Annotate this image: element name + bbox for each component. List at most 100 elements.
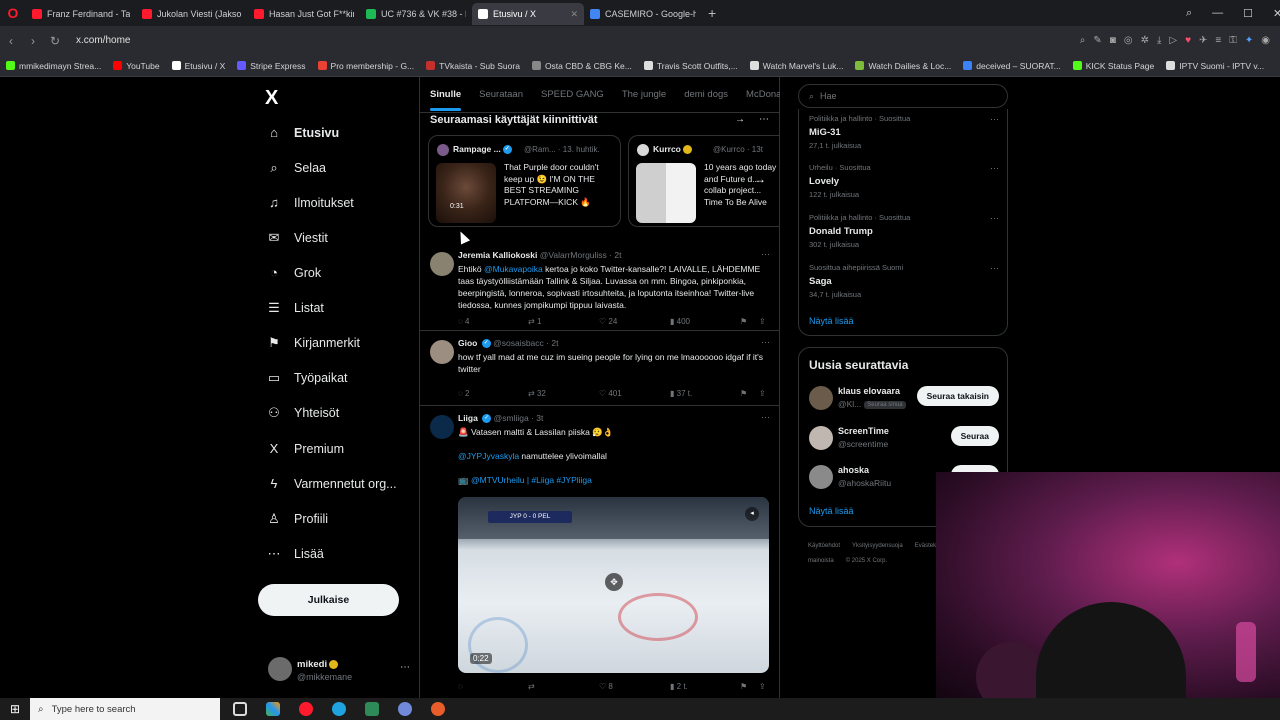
browser-tab[interactable]: Etusivu / X ✕ [472, 3, 584, 25]
browser-tab[interactable]: Hasan Just Got F**king De [248, 3, 360, 25]
sidebar-item-lisää[interactable]: ⋯ Lisää [266, 546, 324, 562]
bookmark-item[interactable]: Stripe Express [237, 61, 306, 71]
browser-tab[interactable]: CASEMIRO - Google-haku [584, 3, 702, 25]
back-icon[interactable]: ‹ [0, 34, 22, 48]
sidebar-item-grok[interactable]: ◔ Grok [266, 265, 321, 280]
taskbar-search[interactable]: ⌕ Type here to search [30, 698, 220, 720]
browser-tab[interactable]: UC #736 & VK #38 - E [360, 3, 472, 25]
sidebar-item-ilmoitukset[interactable]: ♫ Ilmoitukset [266, 195, 354, 210]
more-options-icon[interactable]: ⋯ [400, 662, 410, 673]
repost-action[interactable]: ⇄ 1 [528, 317, 541, 326]
footer-link[interactable]: Yksityisyydensuoja [852, 543, 903, 549]
tweet[interactable]: Jeremia Kalliokoski @ValarrMorguliss · 2… [420, 244, 780, 331]
close-window-icon[interactable]: ✕ [1273, 7, 1280, 20]
trend-item[interactable]: Politiikka ja hallinto · Suosittua Donald… [809, 213, 999, 249]
section-more-icon[interactable]: ⋯ [759, 114, 769, 125]
timeline-tab[interactable]: SPEED GANG [541, 89, 604, 100]
windows-start-icon[interactable]: ⊞ [0, 698, 30, 720]
like-action[interactable]: ♡ 401 [599, 389, 622, 398]
bookmark-item[interactable]: deceived – SUORAT... [963, 61, 1061, 71]
tweet[interactable]: Gioo ✓ @sosaisbacc · 2t ⋯ how tf yall ma… [420, 332, 780, 406]
repost-action[interactable]: ⇄ [528, 682, 535, 691]
share-icon[interactable]: ⇪ [759, 682, 766, 691]
suggested-user[interactable]: klaus elovaara @Kl... Seuraa sinua Seuraa t… [809, 384, 999, 412]
lock-icon[interactable]: ⚿ [1229, 35, 1237, 46]
minimize-icon[interactable]: — [1212, 7, 1223, 19]
timeline-tab[interactable]: The jungle [622, 89, 666, 100]
vpn-icon[interactable]: ◎ [1124, 35, 1133, 46]
reply-action[interactable]: ◌ 4 [458, 317, 469, 326]
fullscreen-icon[interactable]: ✥ [605, 573, 623, 591]
tweet-more-icon[interactable]: ⋯ [761, 412, 770, 423]
zoom-icon[interactable]: ⌕ [1080, 35, 1086, 46]
sidebar-item-etusivu[interactable]: ⌂ Etusivu [266, 125, 339, 140]
maximize-icon[interactable]: ☐ [1243, 7, 1253, 20]
download-icon[interactable]: ⤓ [1157, 35, 1161, 46]
task-view-icon[interactable] [227, 698, 253, 720]
close-tab-icon[interactable]: ✕ [570, 9, 578, 20]
timeline-tab[interactable]: demi dogs [684, 89, 728, 100]
bookmark-item[interactable]: Travis Scott Outfits,... [643, 61, 738, 71]
search-field[interactable]: ⌕ Hae [798, 84, 1008, 108]
reload-icon[interactable]: ↻ [44, 34, 66, 48]
show-more-link[interactable]: Näytä lisää [809, 316, 854, 326]
trend-item[interactable]: Urheilu · Suosittua Lovely 122 t. julkaisu… [809, 163, 999, 199]
extension-icon[interactable]: ✲ [1141, 35, 1149, 46]
browser-search-icon[interactable]: ⌕ [1186, 7, 1192, 20]
bookmark-item[interactable]: Pro membership - G... [317, 61, 414, 71]
sidebar-item-työpaikat[interactable]: ▭ Työpaikat [266, 370, 348, 386]
account-switcher[interactable]: mikedi @mikkemane ⋯ [268, 657, 418, 687]
url-field[interactable]: x.com/home [76, 35, 130, 46]
image-thumbnail[interactable] [636, 163, 696, 223]
bookmark-icon[interactable]: ⚑ [740, 682, 747, 691]
follow-button[interactable]: Seuraa [950, 426, 999, 446]
bookmark-item[interactable]: KICK Status Page [1072, 61, 1154, 71]
camera-icon[interactable]: ◙ [1110, 35, 1116, 46]
tweet-more-icon[interactable]: ⋯ [761, 249, 770, 260]
new-tab-button[interactable]: + [708, 5, 716, 21]
share-icon[interactable]: ⇪ [759, 389, 766, 398]
x-logo-icon[interactable]: X [265, 87, 278, 110]
browser-tab[interactable]: Jukolan Viesti (Jakso 3, Ka [136, 3, 248, 25]
opera-menu-icon[interactable]: O [0, 0, 26, 26]
windows-app-icon[interactable] [260, 698, 286, 720]
pinned-card[interactable]: Kurrco @Kurrco · 13t 10 years ago today … [628, 135, 780, 227]
bookmark-icon[interactable]: ⚑ [740, 389, 747, 398]
bookmark-item[interactable]: Osta CBD & CBG Ke... [531, 61, 632, 71]
sidebar-item-selaa[interactable]: ⌕ Selaa [266, 160, 326, 176]
follow-button[interactable]: Seuraa takaisin [916, 386, 999, 406]
mention-link[interactable]: @JYPJyvaskyla [458, 451, 519, 461]
mute-icon[interactable]: ◂ [745, 507, 759, 521]
sidebar-item-premium[interactable]: X Premium [266, 441, 344, 456]
bookmark-item[interactable]: mmikedimayn Strea... [6, 61, 101, 71]
browser-tab[interactable]: Franz Ferdinand - Take M [26, 3, 136, 25]
reply-action[interactable]: ◌ [458, 682, 463, 691]
hashtag-links[interactable]: @MTVUrheilu | #Liiga #JYPliiga [471, 475, 592, 485]
bookmark-item[interactable]: IPTV Suomi - IPTV v... [1166, 61, 1264, 71]
like-action[interactable]: ♡ 24 [599, 317, 617, 326]
video-player[interactable]: JYP 0 - 0 PEL ✥ 0:22 ◂ [458, 497, 769, 673]
sidebar-item-varmennetut-org-[interactable]: ϟ Varmennetut org... [266, 476, 397, 491]
views-action[interactable]: ▮ 400 [670, 317, 690, 326]
reply-action[interactable]: ◌ 2 [458, 389, 469, 398]
bookmark-icon[interactable]: ⚑ [740, 317, 747, 326]
share-icon[interactable]: ⇪ [759, 317, 766, 326]
bookmark-item[interactable]: Etusivu / X [171, 61, 225, 71]
timeline-tab[interactable]: Sinulle [430, 89, 462, 111]
app-icon[interactable] [359, 698, 385, 720]
mention-link[interactable]: @Mukavapoika [484, 264, 543, 274]
sidebar-item-viestit[interactable]: ✉ Viestit [266, 230, 328, 246]
like-action[interactable]: ♡ 8 [599, 682, 613, 691]
pinned-card[interactable]: Rampage ... ✓ @Ram... · 13. huhtik. 0:31 … [428, 135, 621, 227]
arrow-right-icon[interactable]: → [735, 114, 745, 125]
footer-link[interactable]: © 2025 X Corp. [846, 558, 887, 564]
sidebar-item-yhteisöt[interactable]: ⚇ Yhteisöt [266, 405, 339, 421]
sidebar-item-listat[interactable]: ☰ Listat [266, 300, 324, 316]
sidebar-item-kirjanmerkit[interactable]: ⚑ Kirjanmerkit [266, 335, 360, 351]
post-button[interactable]: Julkaise [258, 584, 399, 616]
trend-item[interactable]: Suosittua aihepiirissä Suomi Saga 34,7 t. … [809, 263, 999, 299]
heart-icon[interactable]: ♥ [1185, 35, 1191, 46]
bookmark-item[interactable]: Watch Dailies & Loc... [855, 61, 951, 71]
menu-icon[interactable]: ≡ [1215, 35, 1221, 46]
trend-more-icon[interactable]: ⋯ [990, 163, 999, 174]
